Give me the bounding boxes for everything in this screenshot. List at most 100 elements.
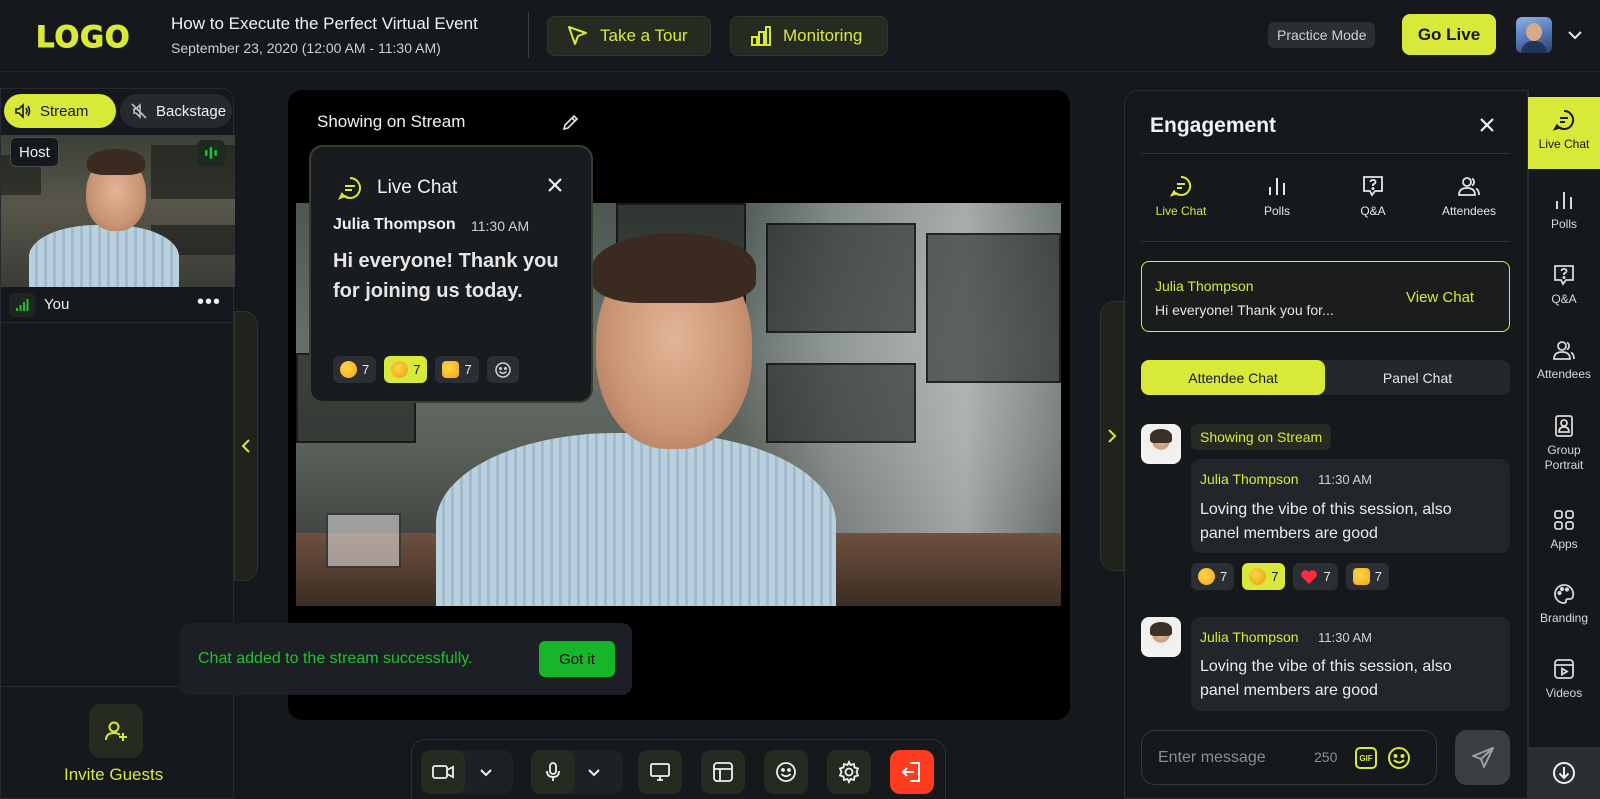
polls-icon	[1552, 188, 1576, 212]
camera-button[interactable]	[421, 750, 465, 794]
reaction-clap[interactable]: 7	[333, 356, 377, 383]
reaction-thumbs-up[interactable]: 7	[1345, 563, 1389, 590]
rail-label: Live Chat	[1538, 137, 1590, 151]
smiley-icon	[494, 361, 512, 379]
chat-icon	[1169, 174, 1193, 198]
tab-qa[interactable]: Q&A	[1328, 174, 1418, 226]
stream-label: Stream	[40, 102, 89, 120]
add-reaction-button[interactable]	[486, 356, 519, 383]
share-screen-button[interactable]	[638, 750, 682, 794]
rail-item-qa[interactable]: Q&A	[1528, 263, 1600, 307]
portrait-icon	[1553, 414, 1575, 438]
camera-options-button[interactable]	[471, 750, 501, 794]
rail-item-group-portrait[interactable]: Group Portrait	[1528, 414, 1600, 473]
reaction-laugh[interactable]: 7	[384, 356, 428, 383]
reactions-button[interactable]	[764, 750, 808, 794]
polls-icon	[1265, 174, 1289, 198]
more-options-icon[interactable]: •••	[197, 291, 221, 314]
heart-emoji-icon	[1300, 569, 1318, 585]
exit-icon	[900, 760, 924, 784]
monitoring-button[interactable]: Monitoring	[730, 16, 888, 56]
top-header: LOGO How to Execute the Perfect Virtual …	[0, 0, 1600, 72]
rail-item-attendees[interactable]: Attendees	[1528, 338, 1600, 382]
close-icon[interactable]	[1477, 115, 1497, 135]
rail-item-polls[interactable]: Polls	[1528, 188, 1600, 232]
rail-label: Apps	[1550, 537, 1578, 551]
view-chat-link[interactable]: View Chat	[1406, 289, 1474, 306]
tab-attendee-chat[interactable]: Attendee Chat	[1141, 360, 1325, 395]
rail-item-apps[interactable]: Apps	[1528, 508, 1600, 552]
gif-icon[interactable]: GIF	[1355, 747, 1377, 769]
tab-live-chat[interactable]: Live Chat	[1136, 174, 1226, 226]
showing-on-stream-tag: Showing on Stream	[1191, 424, 1332, 450]
chat-type-switch: Attendee Chat Panel Chat	[1141, 360, 1510, 395]
scroll-down-button[interactable]	[1528, 747, 1600, 799]
close-icon[interactable]	[545, 175, 565, 195]
message-time: 11:30 AM	[1318, 472, 1372, 487]
stage-status-label: Showing on Stream	[317, 112, 466, 131]
event-date: September 23, 2020 (12:00 AM - 11:30 AM)	[171, 40, 441, 56]
message-author: Julia Thompson	[1200, 629, 1299, 645]
reaction-heart[interactable]: 7	[1293, 563, 1338, 590]
monitor-icon	[649, 762, 671, 782]
collapse-engagement-panel-button[interactable]	[1100, 301, 1124, 571]
avatar	[1141, 424, 1181, 464]
message-author: Julia Thompson	[1200, 471, 1299, 487]
host-badge: Host	[10, 137, 59, 167]
collapse-left-panel-button[interactable]	[234, 311, 258, 581]
go-live-button[interactable]: Go Live	[1402, 14, 1496, 55]
qa-icon	[1361, 174, 1385, 198]
rail-item-live-chat[interactable]: Live Chat	[1528, 97, 1600, 169]
tab-polls[interactable]: Polls	[1232, 174, 1322, 226]
tab-label: Polls	[1263, 204, 1290, 218]
practice-mode-badge[interactable]: Practice Mode	[1268, 22, 1376, 48]
backstage-label: Backstage	[156, 102, 227, 120]
microphone-icon	[543, 761, 563, 783]
tab-label: Q&A	[1360, 204, 1386, 218]
layout-button[interactable]	[701, 750, 745, 794]
tab-attendees[interactable]: Attendees	[1424, 174, 1514, 226]
tab-panel-chat[interactable]: Panel Chat	[1325, 360, 1510, 395]
microphone-button[interactable]	[531, 750, 575, 794]
chat-message-bubble[interactable]: Julia Thompson 11:30 AM Loving the vibe …	[1191, 617, 1510, 711]
palette-icon	[1552, 582, 1576, 606]
stream-toggle[interactable]: Stream	[4, 94, 116, 128]
reaction-count: 7	[1374, 569, 1382, 584]
invite-guests-button[interactable]	[89, 704, 143, 758]
gear-icon	[837, 760, 861, 784]
chevron-right-icon	[1106, 428, 1118, 444]
pinned-message-card[interactable]: Julia Thompson Hi everyone! Thank you fo…	[1141, 261, 1510, 332]
engagement-title: Engagement	[1150, 114, 1277, 137]
settings-button[interactable]	[827, 750, 871, 794]
arrow-down-circle-icon	[1551, 760, 1577, 786]
user-menu[interactable]	[1516, 14, 1600, 56]
live-chat-title: Live Chat	[377, 177, 458, 198]
reaction-count: 7	[464, 362, 472, 377]
leave-button[interactable]	[890, 750, 934, 794]
live-chat-overlay[interactable]: Live Chat Julia Thompson 11:30 AM Hi eve…	[309, 145, 593, 403]
got-it-button[interactable]: Got it	[539, 641, 615, 677]
rail-item-branding[interactable]: Branding	[1528, 582, 1600, 626]
backstage-toggle[interactable]: Backstage	[120, 94, 232, 128]
emoji-picker-icon[interactable]	[1387, 746, 1411, 770]
toast-message: Chat added to the stream successfully.	[198, 650, 473, 667]
video-camera-icon	[431, 762, 455, 782]
reaction-laugh[interactable]: 7	[1242, 563, 1286, 590]
microphone-options-button[interactable]	[579, 750, 609, 794]
rail-item-videos[interactable]: Videos	[1528, 657, 1600, 701]
chat-message-bubble[interactable]: Julia Thompson 11:30 AM Loving the vibe …	[1191, 459, 1510, 553]
pinned-preview: Hi everyone! Thank you for...	[1155, 302, 1334, 318]
chat-message: Hi everyone! Thank you for joining us to…	[333, 250, 559, 302]
reaction-count: 7	[1271, 569, 1279, 584]
take-tour-button[interactable]: Take a Tour	[547, 16, 711, 56]
send-button[interactable]	[1455, 730, 1510, 785]
thumbs-up-emoji-icon	[442, 361, 460, 378]
monitoring-label: Monitoring	[783, 26, 863, 45]
reaction-clap[interactable]: 7	[1191, 563, 1235, 590]
message-input[interactable]	[1158, 745, 1308, 771]
reaction-thumbs-up[interactable]: 7	[435, 356, 479, 383]
participant-row: You •••	[1, 287, 235, 323]
smiley-icon	[775, 761, 797, 783]
edit-pencil-icon[interactable]	[561, 112, 581, 132]
reaction-count: 7	[1323, 569, 1331, 584]
